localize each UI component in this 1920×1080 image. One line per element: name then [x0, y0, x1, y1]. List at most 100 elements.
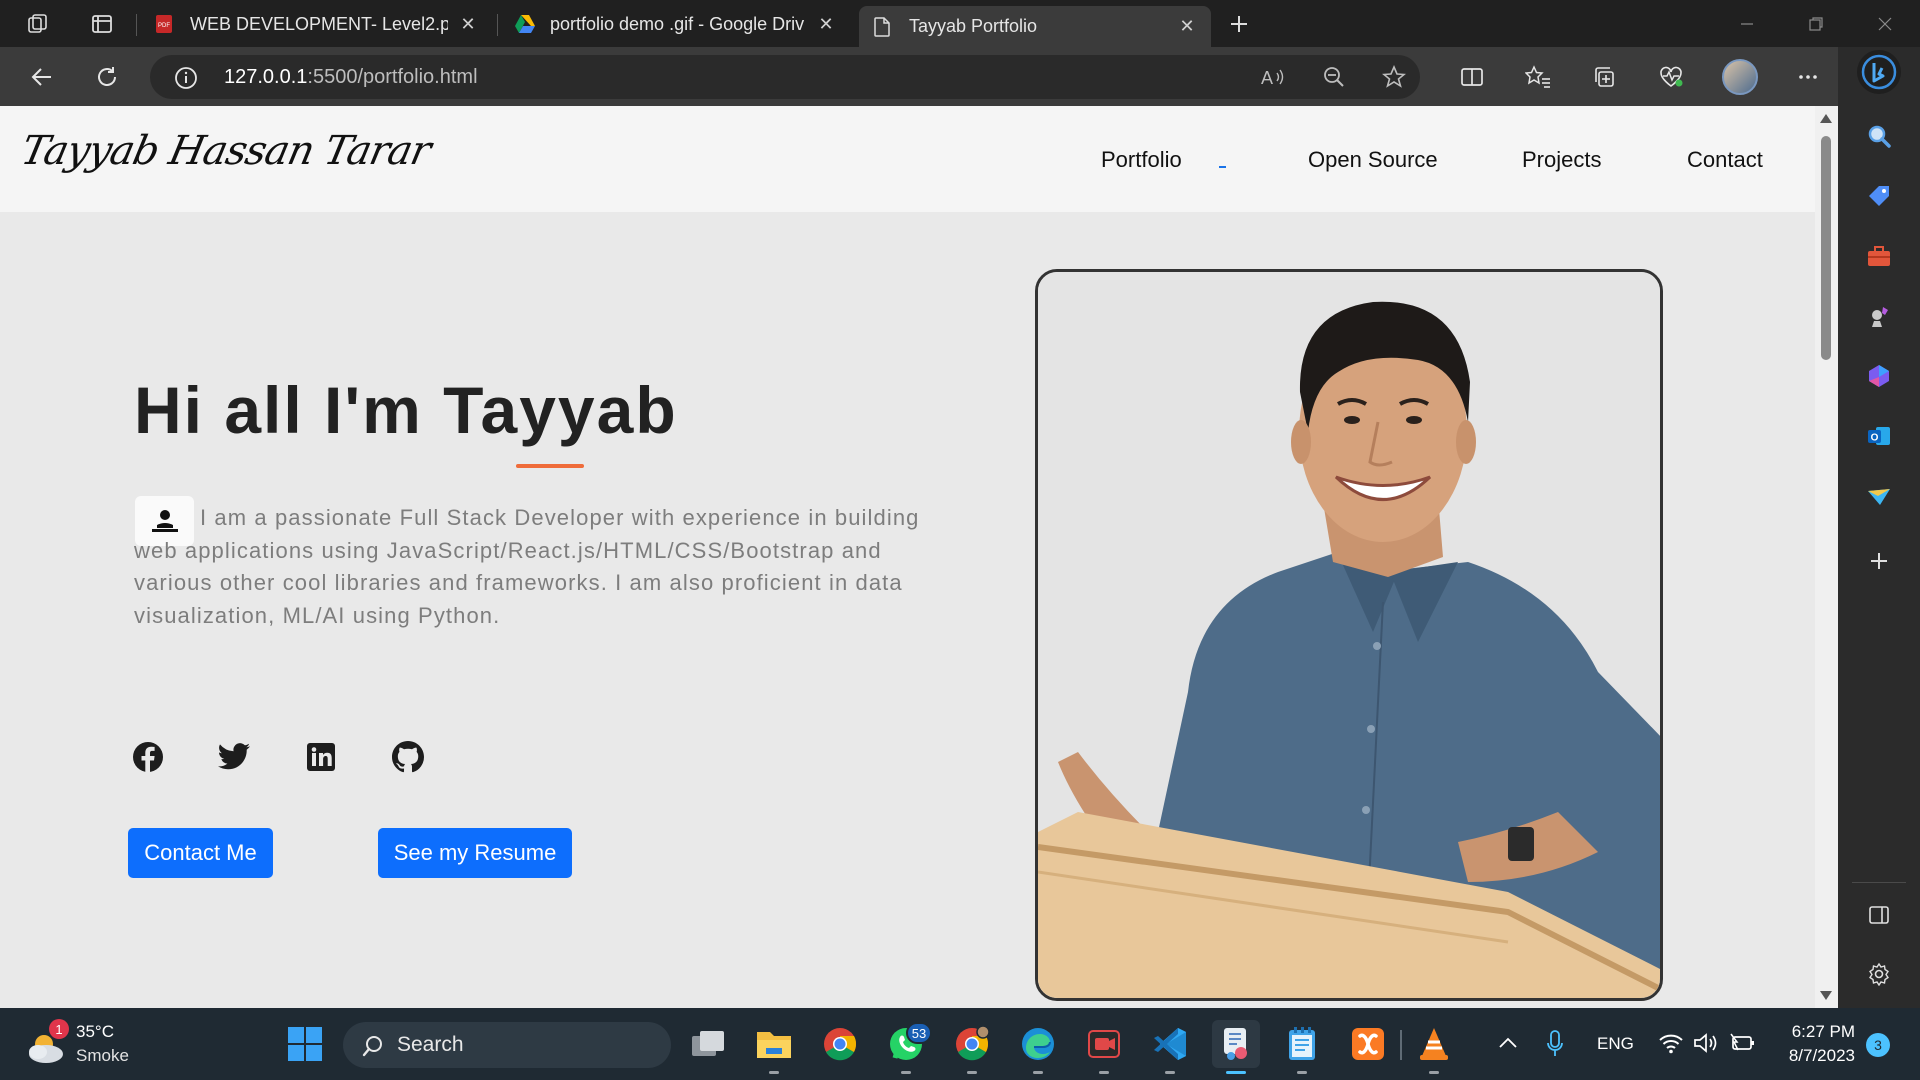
nav-portfolio[interactable]: Portfolio: [1101, 147, 1182, 173]
favorite-star-icon[interactable]: [1382, 65, 1406, 89]
clock-time[interactable]: 6:27 PM: [1789, 1022, 1855, 1042]
linkedin-icon[interactable]: [304, 740, 338, 774]
scrollbar-thumb[interactable]: [1821, 136, 1831, 360]
facebook-icon[interactable]: [131, 740, 165, 774]
svg-text:O: O: [1871, 433, 1879, 444]
weather-temperature[interactable]: 35°C: [76, 1022, 114, 1042]
notepad-icon[interactable]: [1278, 1020, 1326, 1074]
running-indicator: [1033, 1071, 1043, 1074]
sidebar-settings-icon[interactable]: [1857, 952, 1901, 996]
taskbar-search[interactable]: Search: [343, 1022, 671, 1068]
close-icon[interactable]: ✕: [1177, 16, 1197, 37]
profile-avatar[interactable]: [1722, 59, 1758, 95]
hero-bio: I am a passionate Full Stack Developer w…: [134, 505, 920, 628]
running-indicator: [1429, 1071, 1439, 1074]
github-icon[interactable]: [391, 740, 425, 774]
scroll-up-icon[interactable]: [1820, 114, 1832, 123]
twitter-icon[interactable]: [217, 740, 251, 774]
chrome-profile-icon[interactable]: [948, 1020, 996, 1074]
tab-title: portfolio demo .gif - Google Driv: [550, 13, 805, 34]
start-icon[interactable]: [281, 1020, 329, 1068]
pdf-icon: PDF: [154, 14, 174, 34]
xampp-icon[interactable]: [1344, 1020, 1392, 1068]
shopping-tag-icon[interactable]: [1857, 174, 1901, 218]
edge-icon[interactable]: [1014, 1020, 1062, 1074]
site-logo[interactable]: Tayyab Hassan Tarar: [17, 128, 434, 174]
wifi-icon[interactable]: [1658, 1032, 1684, 1054]
close-icon[interactable]: ✕: [458, 14, 478, 34]
page-viewport: Tayyab Hassan Tarar Portfolio Open Sourc…: [0, 106, 1815, 1008]
running-indicator: [1099, 1071, 1109, 1074]
tab-google-drive[interactable]: portfolio demo .gif - Google Driv ✕: [500, 6, 850, 42]
minimize-icon[interactable]: [1712, 0, 1782, 47]
input-language[interactable]: ENG: [1597, 1034, 1634, 1054]
greeting-underline: [516, 464, 584, 468]
weather-description[interactable]: Smoke: [76, 1046, 129, 1066]
show-hidden-icons[interactable]: [1497, 1034, 1519, 1052]
browser-toolbar: 127.0.0.1:5500/portfolio.html A: [0, 47, 1920, 106]
svg-text:A: A: [1261, 68, 1273, 88]
microsoft-365-icon[interactable]: [1857, 354, 1901, 398]
bing-chat-icon[interactable]: [1857, 50, 1901, 94]
search-icon[interactable]: [1857, 114, 1901, 158]
see-resume-button[interactable]: See my Resume: [378, 828, 572, 878]
vlc-icon[interactable]: [1410, 1020, 1458, 1074]
browser-essentials-icon[interactable]: [1653, 59, 1689, 95]
url-host: 127.0.0.1: [224, 66, 308, 88]
file-explorer-icon[interactable]: [750, 1020, 798, 1074]
nav-active-marker: [1219, 166, 1226, 168]
whatsapp-unread-badge: 53: [906, 1022, 932, 1044]
games-icon[interactable]: [1857, 294, 1901, 338]
favorites-icon[interactable]: [1520, 59, 1556, 95]
url-path: :5500/portfolio.html: [307, 66, 478, 88]
hero-greeting: Hi all I'm Tayyab: [134, 373, 678, 447]
clock-date[interactable]: 8/7/2023: [1781, 1046, 1855, 1066]
outlook-icon[interactable]: O: [1857, 414, 1901, 458]
windows-taskbar: 1 35°C Smoke Search 53 ENG 6:27 PM 8/7/2…: [0, 1008, 1920, 1080]
tab-title: Tayyab Portfolio: [909, 16, 1038, 36]
restore-icon[interactable]: [1781, 0, 1851, 47]
new-tab-icon[interactable]: [1221, 8, 1257, 40]
collections-icon[interactable]: [1586, 59, 1622, 95]
browser-tab-strip: PDF WEB DEVELOPMENT- Level2.pdf ✕ portfo…: [0, 0, 1920, 47]
page-scrollbar[interactable]: [1815, 106, 1838, 1008]
url-text: 127.0.0.1:5500/portfolio.html: [224, 66, 478, 89]
microphone-icon[interactable]: [1546, 1030, 1564, 1058]
site-info-icon[interactable]: [174, 66, 198, 90]
back-icon[interactable]: [24, 59, 60, 95]
battery-charging-icon[interactable]: [1729, 1032, 1757, 1054]
close-icon[interactable]: ✕: [816, 14, 836, 34]
nav-contact[interactable]: Contact: [1687, 147, 1763, 173]
read-aloud-icon[interactable]: A: [1260, 65, 1286, 89]
notification-count-badge[interactable]: 3: [1866, 1033, 1890, 1057]
refresh-icon[interactable]: [89, 59, 125, 95]
hide-sidebar-icon[interactable]: [1857, 893, 1901, 937]
address-bar[interactable]: 127.0.0.1:5500/portfolio.html A: [150, 55, 1420, 99]
snipping-tool-icon[interactable]: [1212, 1020, 1260, 1074]
tab-actions-icon[interactable]: [84, 8, 120, 40]
running-indicator: [1297, 1071, 1307, 1074]
running-indicator: [1226, 1071, 1246, 1074]
chrome-icon[interactable]: [816, 1020, 864, 1068]
tab-title: WEB DEVELOPMENT- Level2.pdf: [190, 13, 448, 34]
more-options-icon[interactable]: [1790, 59, 1826, 95]
screen-recorder-icon[interactable]: [1080, 1020, 1128, 1074]
zoom-out-icon[interactable]: [1322, 65, 1346, 89]
scroll-down-icon[interactable]: [1820, 991, 1832, 1000]
tab-tayyab-portfolio[interactable]: Tayyab Portfolio ✕: [859, 6, 1211, 47]
add-sidebar-app-icon[interactable]: [1857, 539, 1901, 583]
drop-icon[interactable]: [1857, 474, 1901, 518]
profile-photo: [1035, 269, 1663, 1001]
running-indicator: [769, 1071, 779, 1074]
nav-open-source[interactable]: Open Source: [1308, 147, 1438, 173]
vscode-icon[interactable]: [1146, 1020, 1194, 1074]
task-view-icon[interactable]: [684, 1020, 732, 1068]
tools-icon[interactable]: [1857, 234, 1901, 278]
split-screen-icon[interactable]: [1454, 59, 1490, 95]
nav-projects[interactable]: Projects: [1522, 147, 1601, 173]
volume-icon[interactable]: [1693, 1032, 1719, 1054]
workspaces-icon[interactable]: [20, 8, 56, 40]
tab-pdf[interactable]: PDF WEB DEVELOPMENT- Level2.pdf ✕: [140, 6, 492, 42]
window-close-icon[interactable]: [1850, 0, 1920, 47]
contact-me-button[interactable]: Contact Me: [128, 828, 273, 878]
